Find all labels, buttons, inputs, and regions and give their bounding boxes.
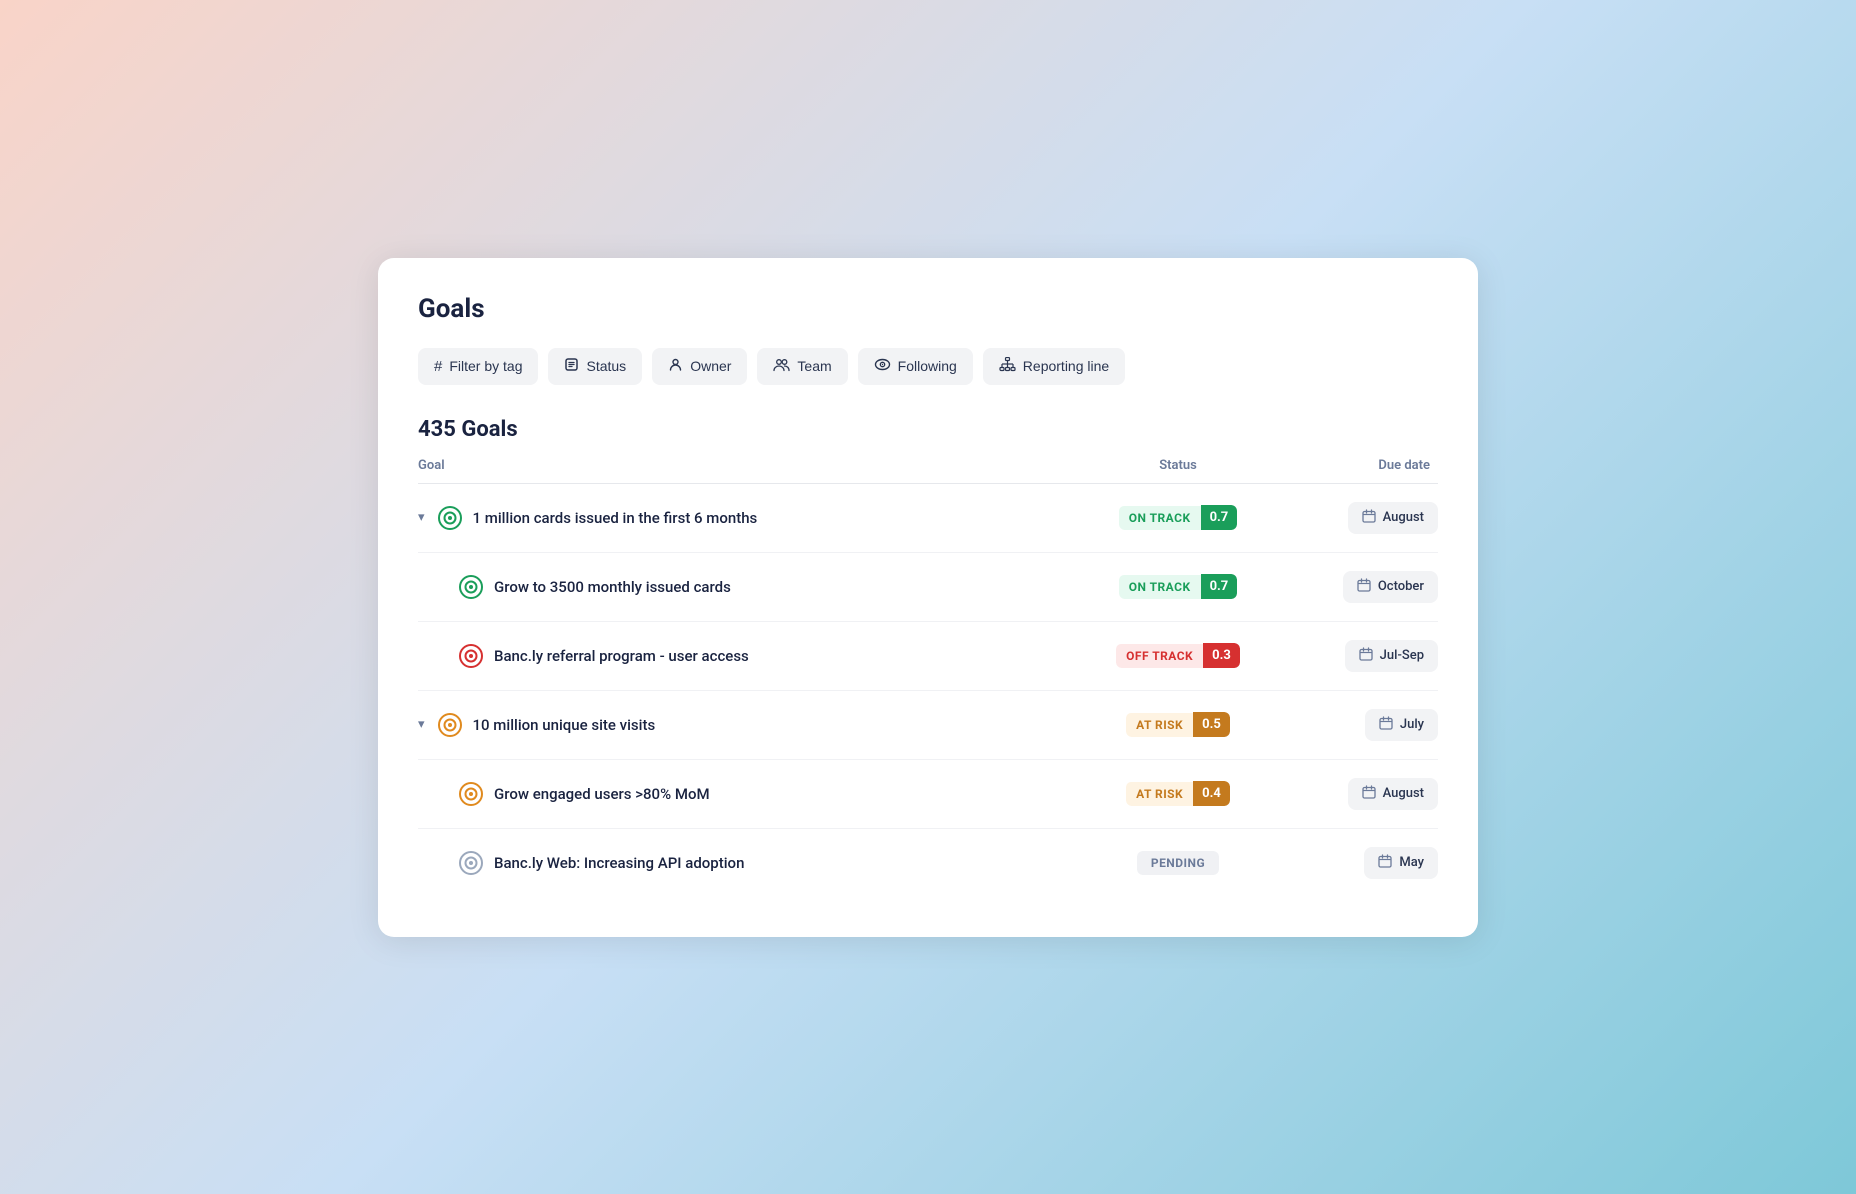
table-row: Banc.ly referral program - user access OF…: [418, 622, 1438, 691]
goal-status-cell: ON TRACK0.7: [1078, 505, 1278, 530]
owner-filter-button[interactable]: Owner: [652, 348, 747, 385]
status-badge: ON TRACK0.7: [1119, 574, 1238, 599]
due-date-cell: May: [1278, 847, 1438, 879]
filter-by-tag-button[interactable]: # Filter by tag: [418, 348, 538, 385]
page-title: Goals: [418, 294, 1438, 324]
status-label: ON TRACK: [1119, 506, 1201, 530]
table-row: Banc.ly Web: Increasing API adoption PEND…: [418, 829, 1438, 897]
status-score: 0.4: [1193, 781, 1230, 806]
status-badge: ON TRACK0.7: [1119, 505, 1238, 530]
due-date-badge: August: [1348, 778, 1438, 810]
due-date-text: May: [1399, 855, 1424, 870]
due-date-badge: May: [1364, 847, 1438, 879]
table-row: ▾ 1 million cards issued in the first 6 …: [418, 484, 1438, 553]
status-score: 0.7: [1201, 505, 1238, 530]
goal-name-cell: Grow to 3500 monthly issued cards: [418, 574, 1078, 600]
due-date-cell: August: [1278, 778, 1438, 810]
goal-status-cell: AT RISK0.4: [1078, 781, 1278, 806]
filter-bar: # Filter by tag Status Owner: [418, 348, 1438, 385]
calendar-icon: [1357, 578, 1371, 596]
reporting-line-filter-button[interactable]: Reporting line: [983, 348, 1125, 385]
calendar-icon: [1362, 509, 1376, 527]
goal-status-icon: [458, 574, 484, 600]
goal-name-text: Banc.ly Web: Increasing API adoption: [494, 854, 744, 872]
goal-name-cell: Banc.ly referral program - user access: [418, 643, 1078, 669]
calendar-icon: [1359, 647, 1373, 665]
goal-status-icon: [458, 643, 484, 669]
due-date-badge: Jul-Sep: [1345, 640, 1438, 672]
due-date-cell: Jul-Sep: [1278, 640, 1438, 672]
table-row: Grow to 3500 monthly issued cards ON TRAC…: [418, 553, 1438, 622]
table-row: Grow engaged users >80% MoM AT RISK0.4 Au…: [418, 760, 1438, 829]
goal-name-text: Banc.ly referral program - user access: [494, 647, 749, 665]
due-date-badge: July: [1365, 709, 1438, 741]
status-filter-button[interactable]: Status: [548, 348, 642, 385]
following-filter-button[interactable]: Following: [858, 348, 973, 385]
goal-name-cell: Banc.ly Web: Increasing API adoption: [418, 850, 1078, 876]
chevron-icon[interactable]: ▾: [418, 717, 425, 732]
chevron-icon[interactable]: ▾: [418, 510, 425, 525]
following-icon: [874, 357, 891, 376]
goal-status-cell: OFF TRACK0.3: [1078, 643, 1278, 668]
goal-name-text: Grow to 3500 monthly issued cards: [494, 578, 731, 596]
status-badge: AT RISK0.5: [1126, 712, 1230, 737]
goal-status-cell: PENDING: [1078, 851, 1278, 875]
due-date-badge: October: [1343, 571, 1438, 603]
goal-status-cell: ON TRACK0.7: [1078, 574, 1278, 599]
goal-name-cell: ▾ 1 million cards issued in the first 6 …: [418, 505, 1078, 531]
goals-card: Goals # Filter by tag Status: [378, 258, 1478, 937]
status-score: 0.5: [1193, 712, 1230, 737]
due-date-cell: July: [1278, 709, 1438, 741]
goal-name-text: 1 million cards issued in the first 6 mo…: [473, 509, 758, 527]
status-score: 0.3: [1203, 643, 1240, 668]
status-icon: [564, 357, 579, 376]
due-date-text: July: [1400, 717, 1424, 732]
calendar-icon: [1379, 716, 1393, 734]
due-date-text: Jul-Sep: [1380, 648, 1424, 663]
status-label: ON TRACK: [1119, 575, 1201, 599]
due-date-text: August: [1383, 510, 1424, 525]
goals-count: 435 Goals: [418, 417, 1438, 442]
goal-name-text: 10 million unique site visits: [473, 716, 656, 734]
due-date-text: August: [1383, 786, 1424, 801]
col-status-label: Status: [1078, 458, 1278, 473]
reporting-line-icon: [999, 357, 1016, 376]
status-label: OFF TRACK: [1116, 644, 1203, 668]
table-row: ▾ 10 million unique site visits AT RISK0.…: [418, 691, 1438, 760]
goal-name-text: Grow engaged users >80% MoM: [494, 785, 710, 803]
status-badge: PENDING: [1137, 851, 1219, 875]
status-score: 0.7: [1201, 574, 1238, 599]
goal-status-icon: [458, 781, 484, 807]
team-icon: [773, 357, 790, 376]
status-label: AT RISK: [1126, 782, 1193, 806]
team-filter-button[interactable]: Team: [757, 348, 847, 385]
goal-status-icon: [458, 850, 484, 876]
goal-name-cell: Grow engaged users >80% MoM: [418, 781, 1078, 807]
calendar-icon: [1378, 854, 1392, 872]
due-date-text: October: [1378, 579, 1424, 594]
col-goal-label: Goal: [418, 458, 1078, 473]
col-due-date-label: Due date: [1278, 458, 1438, 473]
due-date-cell: October: [1278, 571, 1438, 603]
status-label: PENDING: [1137, 851, 1219, 875]
table-header: Goal Status Due date: [418, 458, 1438, 484]
owner-icon: [668, 357, 683, 376]
tag-icon: #: [434, 358, 442, 375]
goal-name-cell: ▾ 10 million unique site visits: [418, 712, 1078, 738]
goals-list: ▾ 1 million cards issued in the first 6 …: [418, 484, 1438, 897]
status-badge: OFF TRACK0.3: [1116, 643, 1240, 668]
goal-status-icon: [437, 505, 463, 531]
calendar-icon: [1362, 785, 1376, 803]
status-badge: AT RISK0.4: [1126, 781, 1230, 806]
goal-status-cell: AT RISK0.5: [1078, 712, 1278, 737]
status-label: AT RISK: [1126, 713, 1193, 737]
due-date-badge: August: [1348, 502, 1438, 534]
due-date-cell: August: [1278, 502, 1438, 534]
goal-status-icon: [437, 712, 463, 738]
